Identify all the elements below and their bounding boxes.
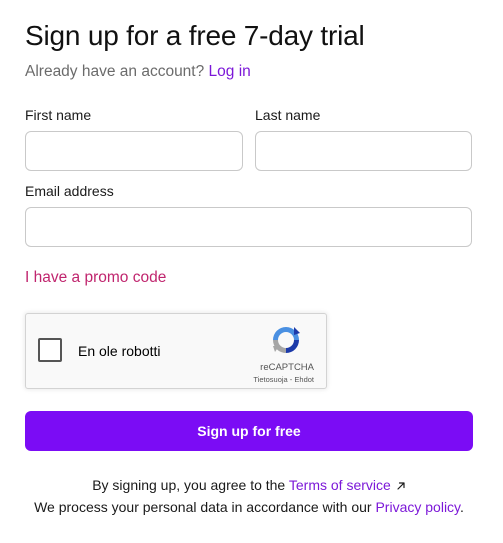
privacy-policy-link[interactable]: Privacy policy bbox=[375, 499, 460, 515]
last-name-label: Last name bbox=[255, 107, 321, 123]
sign-up-button[interactable]: Sign up for free bbox=[25, 411, 473, 451]
recaptcha-terms-link[interactable]: Ehdot bbox=[294, 375, 314, 384]
terms-of-service-label: Terms of service bbox=[288, 477, 391, 493]
terms-notice-text: By signing up, you agree to the bbox=[92, 477, 286, 493]
recaptcha-logo-icon bbox=[273, 327, 300, 353]
login-link[interactable]: Log in bbox=[209, 63, 251, 80]
last-name-field[interactable] bbox=[255, 131, 472, 171]
login-prompt-text: Already have an account? bbox=[25, 63, 205, 80]
email-label: Email address bbox=[25, 183, 114, 199]
external-link-icon bbox=[397, 482, 405, 490]
terms-notice: By signing up, you agree to the Terms of… bbox=[25, 477, 473, 493]
recaptcha-links: Tietosuoja - Ehdot bbox=[253, 375, 314, 384]
first-name-label: First name bbox=[25, 107, 92, 123]
recaptcha-brand: reCAPTCHA bbox=[260, 362, 314, 373]
privacy-notice: We process your personal data in accorda… bbox=[25, 499, 473, 515]
login-prompt: Already have an account? Log in bbox=[25, 63, 251, 81]
recaptcha-widget: En ole robotti reCAPTCHA Tietosuoja - Eh… bbox=[25, 313, 327, 389]
email-field[interactable] bbox=[25, 207, 472, 247]
privacy-notice-text: We process your personal data in accorda… bbox=[34, 499, 372, 515]
first-name-field[interactable] bbox=[25, 131, 243, 171]
privacy-notice-period: . bbox=[460, 499, 464, 515]
recaptcha-label: En ole robotti bbox=[78, 343, 161, 359]
terms-of-service-link[interactable]: Terms of service bbox=[289, 477, 406, 493]
recaptcha-checkbox[interactable] bbox=[38, 338, 62, 362]
recaptcha-separator: - bbox=[289, 375, 293, 384]
page-title: Sign up for a free 7-day trial bbox=[25, 20, 365, 51]
recaptcha-privacy-link[interactable]: Tietosuoja bbox=[253, 375, 287, 384]
promo-code-link[interactable]: I have a promo code bbox=[25, 269, 166, 287]
